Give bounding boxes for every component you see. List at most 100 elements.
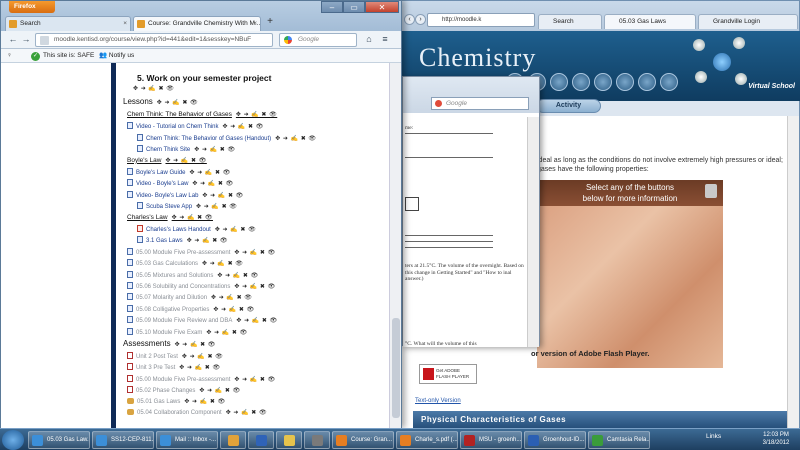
lesson-item-row[interactable]: 05.09 Module Five Review and DBA ✥ ➜ ✍ ✖ … [127, 316, 278, 324]
taskbar-button[interactable]: Camtasia Rela... [588, 431, 650, 449]
lesson-item-row[interactable]: Charles's Laws Handout ✥ ➜ ✍ ✖ 👁 [137, 225, 256, 233]
address-bar[interactable]: moodle.kentisd.org/course/view.php?id=44… [35, 33, 273, 47]
assessment-item-row[interactable]: 05.00 Module Five Pre-assessment ✥ ➜ ✍ ✖ … [127, 374, 276, 383]
forward-icon[interactable]: › [415, 14, 426, 25]
chemistry-scrollbar[interactable] [787, 116, 799, 429]
assessment-item-label[interactable]: Unit 2 Post Test [136, 354, 178, 360]
course-scrollbar[interactable] [389, 63, 401, 429]
assessment-item-edit-controls[interactable]: ✥ ➜ ✍ ✖ 👁 [179, 365, 220, 371]
safe-indicator[interactable]: ✓ This site is: SAFE [31, 51, 94, 61]
home-icon[interactable]: ⌂ [363, 33, 375, 45]
nav-circle-8[interactable] [660, 73, 678, 91]
lesson-item-edit-controls[interactable]: ✥ ➜ ✍ ✖ 👁 [275, 136, 316, 142]
lesson-item-label[interactable]: Video - Tutorial on Chem Think [136, 124, 219, 130]
lesson-item-label[interactable]: 05.06 Solubility and Concentrations [136, 284, 230, 290]
tab-grandville-login[interactable]: Grandville Login [698, 14, 798, 29]
notify-us-button[interactable]: 👥 Notify us [99, 51, 134, 61]
flash-content-area[interactable]: Select any of the buttons below for more… [537, 180, 723, 368]
assessment-item-edit-controls[interactable]: ✥ ➜ ✍ ✖ 👁 [199, 388, 240, 394]
lesson-item-row[interactable]: Chem Think: The Behavior of Gases (Hando… [137, 133, 317, 142]
lesson-item-label[interactable]: 05.10 Module Five Exam [136, 330, 202, 336]
lesson-item-label[interactable]: Chem Think: The Behavior of Gases (Hando… [146, 136, 271, 142]
tab-course[interactable]: Course: Grandville Chemistry With M... × [133, 16, 261, 31]
lesson-item-edit-controls[interactable]: ✥ ➜ ✍ ✖ 👁 [202, 261, 243, 267]
nav-circle-3[interactable] [550, 73, 568, 91]
lesson-item-row[interactable]: Video - Boyle's Law ✥ ➜ ✍ ✖ 👁 [127, 179, 234, 187]
lesson-item-row[interactable]: Scuba Steve App ✥ ➜ ✍ ✖ 👁 [137, 202, 237, 210]
lesson-item-label[interactable]: 05.09 Module Five Review and DBA [136, 318, 232, 324]
lesson-item-row[interactable]: 05.07 Molarity and Dilution ✥ ➜ ✍ ✖ 👁 [127, 293, 252, 301]
assessment-item-row[interactable]: Unit 2 Post Test ✥ ➜ ✍ ✖ 👁 [127, 352, 223, 360]
nav-circle-4[interactable] [572, 73, 590, 91]
lesson-item-row[interactable]: 05.06 Solubility and Concentrations ✥ ➜ ✍… [127, 282, 276, 290]
lesson-item-label[interactable]: Video - Boyle's Law [136, 181, 188, 187]
lesson-item-edit-controls[interactable]: ✥ ➜ ✍ ✖ 👁 [217, 273, 258, 279]
lesson-item-edit-controls[interactable]: ✥ ➜ ✍ ✖ 👁 [187, 238, 228, 244]
section-controls[interactable]: ✥ ➜ ✍ ✖ 👁 [133, 85, 174, 92]
lesson-item-edit-controls[interactable]: ✥ ➜ ✍ ✖ 👁 [196, 204, 237, 210]
taskbar-button[interactable]: 05.03 Gas Law... [28, 431, 90, 449]
taskbar-button[interactable]: MSU - groenh... [460, 431, 522, 449]
assessment-item-label[interactable]: 05.01 Gas Laws [137, 399, 180, 405]
get-flash-player-button[interactable]: Get ADOBE FLASH PLAYER [419, 364, 477, 384]
tab-search-back[interactable]: Search [538, 14, 602, 29]
forward-arrow-icon[interactable]: → [20, 33, 32, 45]
links-toolbar[interactable]: Links [706, 433, 721, 440]
menu-icon[interactable]: ≡ [379, 33, 391, 45]
lesson-item-label[interactable]: Video- Boyle's Law Lab [136, 193, 198, 199]
lesson-item-row[interactable]: Video- Boyle's Law Lab ✥ ➜ ✍ ✖ 👁 [127, 190, 244, 199]
trash-icon[interactable] [705, 184, 717, 198]
lesson-item-label[interactable]: Chem Think Site [146, 147, 190, 153]
new-tab-button[interactable]: + [263, 16, 277, 30]
lesson-item-row[interactable]: Boyle's Law ✥ ➜ ✍ ✖ 👁 [127, 157, 207, 164]
activity-tab[interactable]: Activity [536, 99, 601, 113]
tab-close-icon[interactable]: × [253, 17, 257, 30]
lessons-controls[interactable]: ✥ ➜ ✍ ✖ 👁 [157, 100, 198, 106]
back-arrow-icon[interactable]: ← [7, 33, 19, 45]
taskbar-button[interactable]: SS12-CEP-811... [92, 431, 154, 449]
lesson-item-row[interactable]: Video - Tutorial on Chem Think ✥ ➜ ✍ ✖ 👁 [127, 122, 264, 130]
assessment-item-edit-controls[interactable]: ✥ ➜ ✍ ✖ 👁 [184, 399, 225, 405]
scroll-thumb[interactable] [392, 318, 400, 418]
lesson-item-row[interactable]: 05.00 Module Five Pre-assessment ✥ ➜ ✍ ✖ … [127, 247, 276, 256]
taskbar-button[interactable] [304, 431, 330, 449]
lesson-item-edit-controls[interactable]: ✥ ➜ ✍ ✖ 👁 [213, 307, 254, 313]
back-icon[interactable]: ‹ [404, 14, 415, 25]
lesson-item-edit-controls[interactable]: ✥ ➜ ✍ ✖ 👁 [236, 112, 277, 118]
search-input[interactable]: Google [279, 33, 357, 47]
popup-search-input[interactable]: Google [431, 97, 529, 110]
maximize-icon[interactable]: ▭ [343, 1, 365, 13]
assessment-item-label[interactable]: 05.00 Module Five Pre-assessment [136, 377, 230, 383]
lesson-item-edit-controls[interactable]: ✥ ➜ ✍ ✖ 👁 [215, 227, 256, 233]
minimize-icon[interactable]: – [321, 1, 343, 13]
tab-close-icon[interactable]: × [123, 17, 127, 30]
lesson-item-label[interactable]: 05.03 Gas Calculations [136, 261, 198, 267]
nav-circle-7[interactable] [638, 73, 656, 91]
lesson-item-edit-controls[interactable]: ✥ ➜ ✍ ✖ 👁 [192, 181, 233, 187]
taskbar-button[interactable] [220, 431, 246, 449]
nav-circle-5[interactable] [594, 73, 612, 91]
lesson-item-edit-controls[interactable]: ✥ ➜ ✍ ✖ 👁 [194, 147, 235, 153]
lesson-item-label[interactable]: Chem Think: The Behavior of Gases [127, 111, 232, 118]
assessment-item-label[interactable]: 05.02 Phase Changes [136, 388, 195, 394]
lesson-item-edit-controls[interactable]: ✥ ➜ ✍ ✖ 👁 [202, 193, 243, 199]
lesson-item-edit-controls[interactable]: ✥ ➜ ✍ ✖ 👁 [236, 318, 277, 324]
assessment-item-edit-controls[interactable]: ✥ ➜ ✍ ✖ 👁 [234, 377, 275, 383]
lesson-item-label[interactable]: Scuba Steve App [146, 204, 192, 210]
assessment-item-label[interactable]: 05.04 Collaboration Component [137, 410, 222, 416]
lesson-item-row[interactable]: 05.03 Gas Calculations ✥ ➜ ✍ ✖ 👁 [127, 259, 243, 267]
lesson-item-edit-controls[interactable]: ✥ ➜ ✍ ✖ 👁 [234, 250, 275, 256]
lesson-item-row[interactable]: 3.1 Gas Laws ✥ ➜ ✍ ✖ 👁 [137, 236, 228, 244]
taskbar-button[interactable]: Charle_s.pdf (... [396, 431, 458, 449]
taskbar-button[interactable]: Mail :: Inbox -... [156, 431, 218, 449]
lesson-item-edit-controls[interactable]: ✥ ➜ ✍ ✖ 👁 [206, 330, 247, 336]
lesson-item-label[interactable]: 3.1 Gas Laws [146, 238, 183, 244]
assessment-item-edit-controls[interactable]: ✥ ➜ ✍ ✖ 👁 [182, 354, 223, 360]
assessment-item-edit-controls[interactable]: ✥ ➜ ✍ ✖ 👁 [226, 410, 267, 416]
firefox-menu-button[interactable]: Firefox [9, 1, 55, 13]
lesson-item-label[interactable]: 05.07 Molarity and Dilution [136, 295, 207, 301]
lesson-item-label[interactable]: Boyle's Law Guide [136, 170, 186, 176]
lesson-item-edit-controls[interactable]: ✥ ➜ ✍ ✖ 👁 [172, 215, 213, 221]
lesson-item-label[interactable]: Charles's Law [127, 214, 168, 221]
assessments-controls[interactable]: ✥ ➜ ✍ ✖ 👁 [175, 342, 216, 348]
